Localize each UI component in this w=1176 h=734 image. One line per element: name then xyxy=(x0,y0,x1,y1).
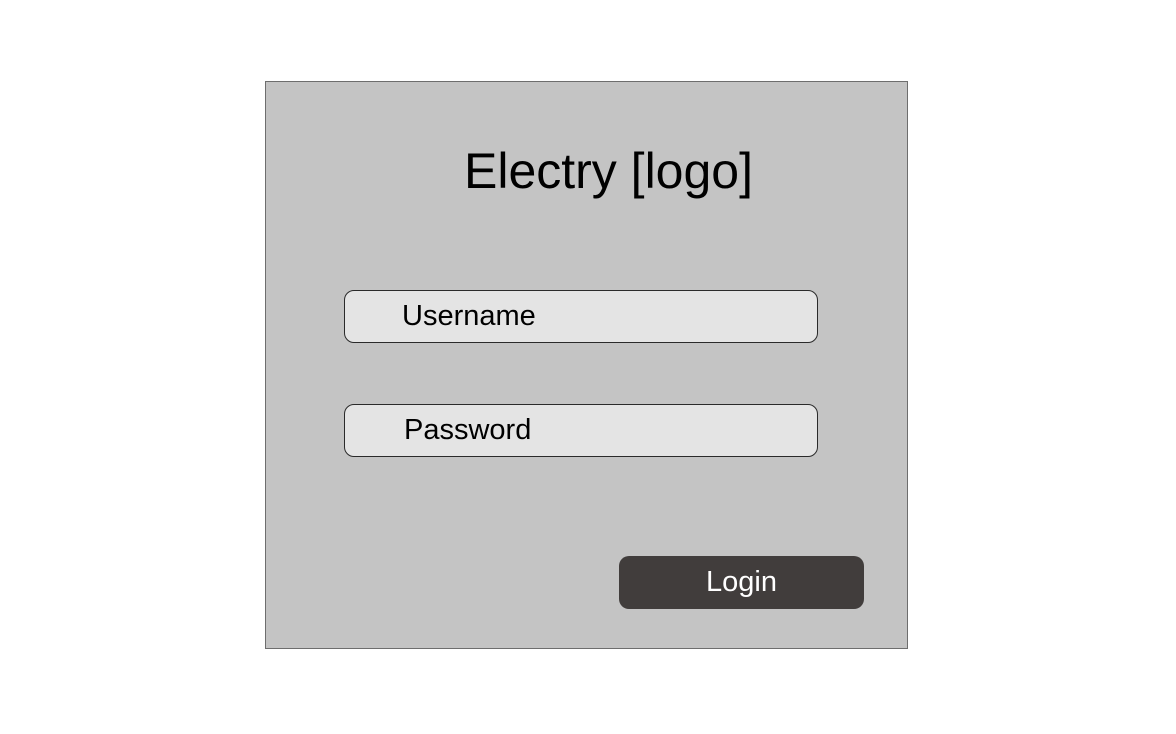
username-input[interactable] xyxy=(344,290,818,343)
login-panel: Electry [logo] Login xyxy=(265,81,908,649)
password-input[interactable] xyxy=(344,404,818,457)
app-logo-title: Electry [logo] xyxy=(463,143,753,199)
page: Electry [logo] Login xyxy=(0,0,1176,734)
login-button[interactable]: Login xyxy=(619,556,864,609)
